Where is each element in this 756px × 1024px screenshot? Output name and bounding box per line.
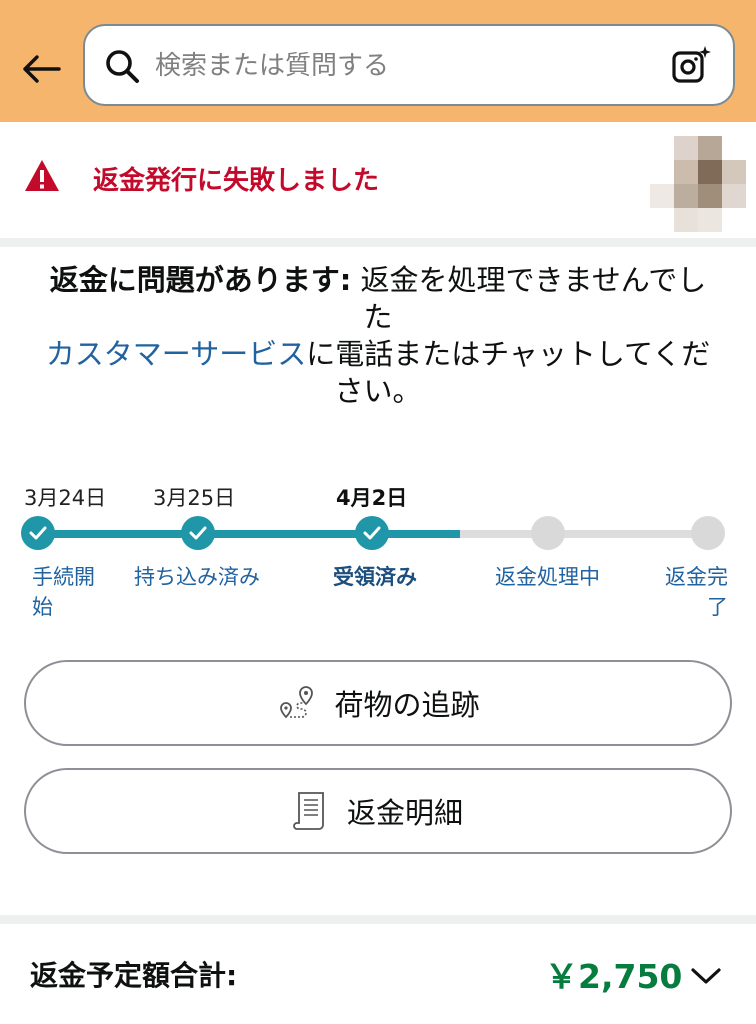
- product-thumbnail[interactable]: [650, 136, 746, 232]
- check-icon: [363, 526, 381, 540]
- back-arrow-icon: [23, 55, 61, 83]
- step-dot-complete: [181, 516, 215, 550]
- search-bar[interactable]: [83, 24, 735, 106]
- warning-triangle-icon: [25, 160, 59, 191]
- message-bold-prefix: 返金に問題があります:: [49, 263, 352, 297]
- section-divider: [0, 238, 756, 247]
- step-dot-complete: [21, 516, 55, 550]
- search-icon: [106, 50, 139, 83]
- progress-fill: [38, 530, 460, 538]
- refund-problem-message: 返金に問題があります: 返金を処理できませんでした カスタマーサービスに電話また…: [40, 262, 716, 410]
- check-icon: [189, 526, 207, 540]
- step-label: 持ち込み済み: [134, 565, 260, 589]
- refund-total-amount[interactable]: ￥2,750: [545, 950, 682, 998]
- alert-message: 返金発行に失敗しました: [93, 166, 380, 196]
- back-button[interactable]: [16, 44, 66, 94]
- camera-icon[interactable]: [669, 44, 713, 88]
- step-label: 手続開始: [32, 565, 95, 619]
- top-header: [0, 0, 756, 122]
- step-dot-pending: [691, 516, 725, 550]
- step-date: 3月24日: [24, 486, 107, 510]
- step-date: 3月25日: [153, 486, 236, 510]
- receipt-icon: [293, 791, 329, 831]
- check-icon: [29, 526, 47, 540]
- refund-details-label: 返金明細: [346, 796, 463, 830]
- step-date-current: 4月2日: [336, 486, 408, 510]
- section-divider: [0, 915, 756, 924]
- track-package-button[interactable]: 荷物の追跡: [24, 660, 732, 746]
- route-pin-icon: [276, 683, 316, 723]
- message-line1: 返金を処理できませんでした: [351, 263, 707, 334]
- refund-failed-alert: 返金発行に失敗しました: [0, 122, 756, 240]
- message-line2: に電話またはチャットしてください。: [306, 337, 711, 408]
- step-dot-pending: [531, 516, 565, 550]
- refund-details-button[interactable]: 返金明細: [24, 768, 732, 854]
- chevron-down-icon[interactable]: [690, 966, 722, 986]
- track-package-label: 荷物の追跡: [334, 688, 480, 722]
- refund-progress-tracker: 3月24日 3月25日 4月2日 手続開始 持ち込み済み 受領済み 返金処理中 …: [0, 470, 756, 630]
- step-label-current: 受領済み: [333, 565, 417, 589]
- customer-service-link[interactable]: カスタマーサービス: [46, 337, 306, 371]
- refund-total-label: 返金予定額合計:: [30, 959, 238, 992]
- step-label: 返金完了: [665, 565, 728, 619]
- step-label: 返金処理中: [495, 565, 600, 589]
- step-dot-complete: [355, 516, 389, 550]
- search-input[interactable]: [155, 44, 655, 88]
